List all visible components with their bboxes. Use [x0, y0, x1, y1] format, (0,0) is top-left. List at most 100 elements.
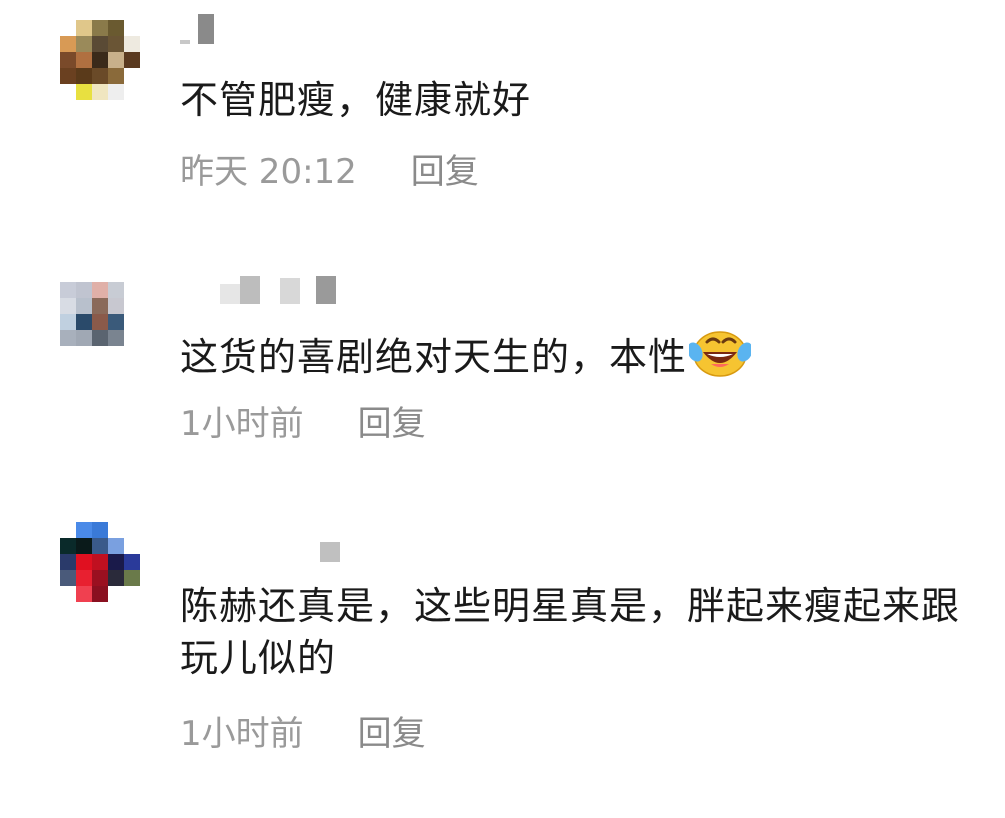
avatar-pixel	[76, 554, 92, 570]
avatar-pixel	[76, 330, 92, 346]
avatar-pixel	[92, 554, 108, 570]
avatar-pixel	[76, 522, 92, 538]
reply-button[interactable]: 回复	[358, 714, 426, 754]
avatar-pixel	[108, 602, 124, 618]
avatar-pixel	[124, 330, 140, 346]
avatar-pixel	[60, 538, 76, 554]
avatar-pixel	[76, 586, 92, 602]
avatar-pixel	[60, 314, 76, 330]
comment-meta: 1小时前 回复	[180, 404, 426, 444]
avatar-pixel	[140, 362, 156, 378]
avatar-pixel	[124, 602, 140, 618]
avatar-pixel	[140, 52, 156, 68]
avatar[interactable]	[60, 20, 156, 116]
avatar-pixel	[124, 554, 140, 570]
avatar-pixel	[92, 298, 108, 314]
avatar[interactable]	[60, 522, 156, 618]
avatar-pixel	[140, 586, 156, 602]
avatar-pixel	[92, 522, 108, 538]
avatar-pixel	[108, 100, 124, 116]
comment-meta: 昨天 20:12 回复	[180, 152, 479, 192]
avatar-pixel	[60, 100, 76, 116]
reply-button[interactable]: 回复	[411, 152, 479, 192]
comment-time: 1小时前	[180, 714, 304, 754]
avatar-pixel	[108, 52, 124, 68]
avatar-pixel	[92, 100, 108, 116]
avatar-pixel	[108, 570, 124, 586]
avatar-pixel	[60, 570, 76, 586]
avatar-pixel	[108, 554, 124, 570]
avatar-pixel	[60, 68, 76, 84]
avatar-pixel	[60, 346, 76, 362]
avatar-pixel	[124, 314, 140, 330]
avatar-pixel	[92, 362, 108, 378]
avatar-pixel	[92, 52, 108, 68]
avatar-pixel	[92, 282, 108, 298]
avatar-pixel	[76, 84, 92, 100]
avatar-pixel	[124, 20, 140, 36]
avatar-pixel	[124, 362, 140, 378]
avatar-pixel	[124, 570, 140, 586]
avatar-pixel	[108, 330, 124, 346]
avatar-pixel	[124, 68, 140, 84]
avatar-pixel	[92, 314, 108, 330]
avatar-pixel	[140, 522, 156, 538]
avatar-pixel	[60, 586, 76, 602]
avatar-pixel	[92, 330, 108, 346]
avatar-pixel	[60, 554, 76, 570]
avatar-pixel	[124, 346, 140, 362]
avatar-pixel	[60, 36, 76, 52]
avatar-pixel	[92, 538, 108, 554]
avatar-pixel	[76, 36, 92, 52]
avatar-pixel	[60, 20, 76, 36]
avatar-pixel	[76, 52, 92, 68]
avatar-pixel	[76, 282, 92, 298]
avatar-pixel	[92, 346, 108, 362]
avatar-pixel	[108, 68, 124, 84]
username[interactable]	[180, 276, 336, 304]
avatar-pixel	[140, 554, 156, 570]
avatar-pixel	[76, 362, 92, 378]
avatar-pixel	[140, 298, 156, 314]
username[interactable]	[180, 14, 214, 44]
comment-meta: 1小时前 回复	[180, 714, 426, 754]
avatar-pixel	[92, 602, 108, 618]
avatar-pixel	[108, 538, 124, 554]
avatar-pixel	[60, 330, 76, 346]
avatar-pixel	[124, 100, 140, 116]
avatar-pixel	[108, 586, 124, 602]
avatar[interactable]	[60, 282, 156, 378]
avatar-pixel	[140, 84, 156, 100]
avatar-pixel	[124, 522, 140, 538]
avatar-pixel	[140, 538, 156, 554]
comment-text: 这货的喜剧绝对天生的，本性	[180, 328, 980, 383]
avatar-pixel	[108, 36, 124, 52]
avatar-pixel	[60, 282, 76, 298]
reply-button[interactable]: 回复	[358, 404, 426, 444]
avatar-pixel	[140, 100, 156, 116]
avatar-pixel	[108, 346, 124, 362]
username[interactable]	[180, 540, 340, 562]
comment-time: 1小时前	[180, 404, 304, 444]
comment-time: 昨天 20:12	[180, 152, 357, 192]
avatar-pixel	[60, 362, 76, 378]
avatar-pixel	[140, 36, 156, 52]
comment-text: 陈赫还真是，这些明星真是，胖起来瘦起来跟玩儿似的	[180, 584, 961, 680]
avatar-pixel	[92, 570, 108, 586]
avatar-pixel	[60, 522, 76, 538]
avatar-pixel	[76, 538, 92, 554]
avatar-pixel	[76, 346, 92, 362]
avatar-pixel	[140, 282, 156, 298]
avatar-pixel	[108, 314, 124, 330]
avatar-pixel	[92, 68, 108, 84]
avatar-pixel	[60, 84, 76, 100]
avatar-pixel	[76, 570, 92, 586]
avatar-pixel	[124, 84, 140, 100]
avatar-pixel	[140, 68, 156, 84]
avatar-pixel	[60, 52, 76, 68]
avatar-pixel	[76, 68, 92, 84]
avatar-pixel	[124, 538, 140, 554]
avatar-pixel	[92, 20, 108, 36]
avatar-pixel	[140, 20, 156, 36]
avatar-pixel	[124, 52, 140, 68]
